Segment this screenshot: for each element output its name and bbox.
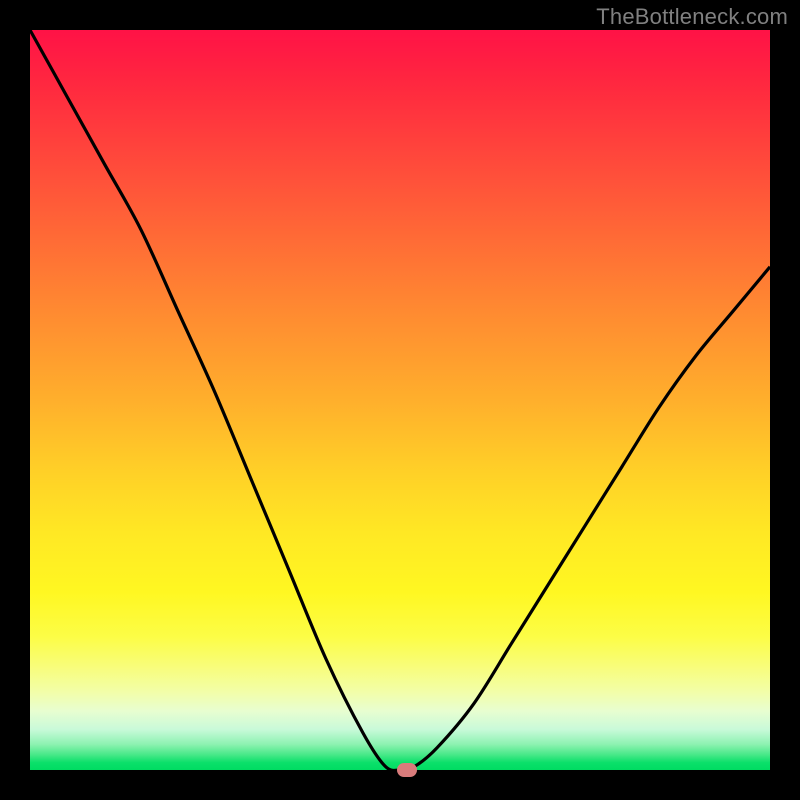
watermark-text: TheBottleneck.com <box>596 4 788 30</box>
optimal-marker <box>397 763 417 777</box>
bottleneck-curve <box>30 30 770 770</box>
plot-area <box>30 30 770 770</box>
curve-path <box>30 30 770 770</box>
chart-frame: TheBottleneck.com <box>0 0 800 800</box>
